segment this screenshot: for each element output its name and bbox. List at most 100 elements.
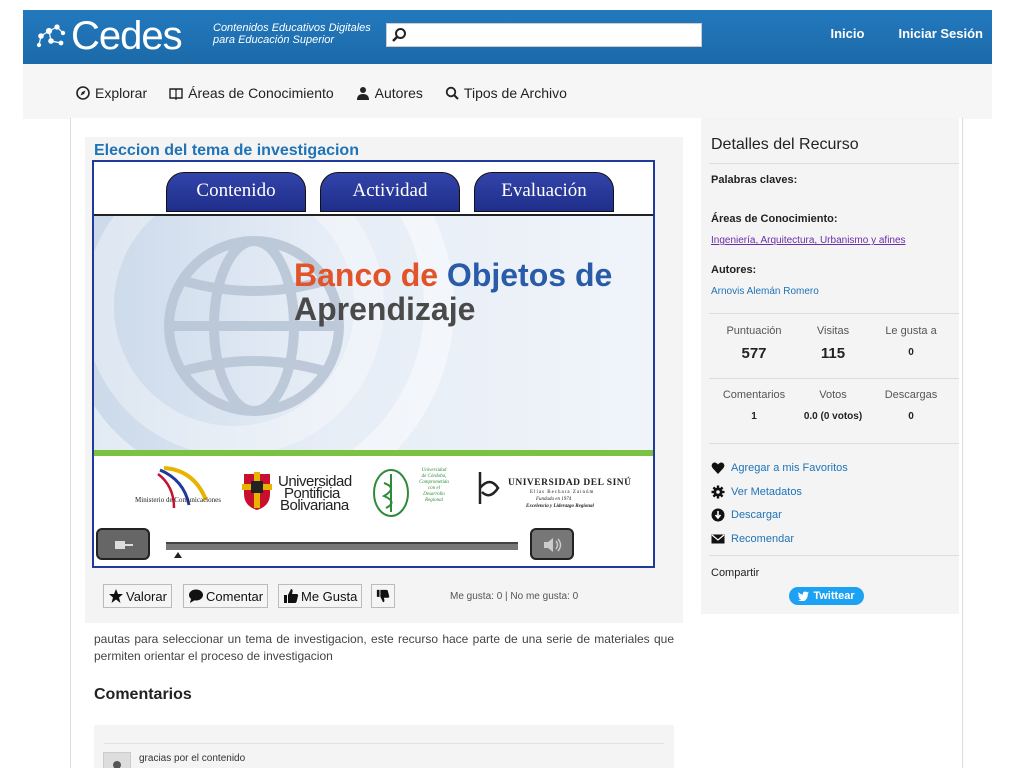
stat-votos: Votos 0.0 (0 votos) [793,389,873,422]
tweet-button[interactable]: Twittear [789,587,864,605]
search-input[interactable] [386,23,702,47]
heart-icon [711,462,725,474]
subnav-label: Tipos de Archivo [463,85,567,101]
progress-bar[interactable] [166,542,518,550]
tab-evaluacion[interactable]: Evaluación [474,172,614,212]
comment-icon [189,589,203,603]
subnav-label: Autores [374,85,423,101]
cordoba-seal [373,469,409,517]
stat-comentarios: Comentarios 1 [714,389,794,422]
logo-text: Cedes [71,14,183,58]
institution-logos: Ministerio de Comunicaciones Universidad… [94,456,653,526]
volume-button[interactable] [530,528,574,560]
search-icon[interactable] [391,27,407,43]
viewer-banner: Banco de Objetos de Aprendizaje [94,216,653,452]
valorar-label: Valorar [126,588,167,604]
share-label: Compartir [711,567,760,579]
ministerio-logo-text: Ministerio de Comunicaciones [135,496,221,504]
banner-word-1: Banco de [294,257,439,293]
subnav-label: Áreas de Conocimiento [188,85,334,101]
nav-inicio-link[interactable]: Inicio [831,26,865,41]
comentar-button[interactable]: Comentar [183,584,269,608]
search-icon [445,86,459,100]
divider [709,443,959,444]
metadata-action[interactable]: Ver Metadatos [711,485,802,499]
subnav-explorar[interactable]: Explorar [76,85,147,101]
action-label: Descargar [731,509,782,521]
subnav-label: Explorar [95,85,148,101]
subnav-autores[interactable]: Autores [356,85,423,101]
stat-value: 0 [908,347,914,358]
upb-logo-text: Universidad Pontificia Bolivariana [278,474,352,514]
tagline: Contenidos Educativos Digitales para Edu… [213,22,371,46]
stat-puntuacion: Puntuación 577 [714,325,794,362]
authors-label: Autores: [711,264,757,276]
stat-label: Votos [819,389,847,401]
me-gusta-button[interactable]: Me Gusta [278,584,363,608]
sinu-founded: Fundada en 1974 [536,497,572,502]
sinu-title: Universidad del Sinú [508,478,632,488]
author-link[interactable]: Arnovis Alemán Romero [711,286,819,297]
header-nav: Inicio Iniciar Sesión [831,26,984,41]
viewer-tabs: Contenido Actividad Evaluación [166,172,614,212]
action-label: Ver Metadatos [731,486,802,498]
stat-label: Puntuación [726,325,782,337]
user-icon [356,87,369,100]
comment-divider [104,743,664,744]
sinu-subtitle: Elías Bechara Zainúm [530,490,595,495]
banner-word-2: Objetos de [446,257,613,293]
cedes-logo[interactable]: Cedes [35,14,183,58]
user-avatar-icon [113,761,121,768]
sinu-motto: Excelencia y Liderazgo Regional [526,504,594,509]
banner-title: Banco de Objetos de Aprendizaje [294,258,612,326]
nav-login-link[interactable]: Iniciar Sesión [898,26,983,41]
upb-shield [242,472,272,510]
stat-value: 1 [751,411,757,422]
likes-summary: Me gusta: 0 | No me gusta: 0 [450,591,579,602]
stat-value: 577 [741,345,767,362]
comments-box: gracias por el contenido [94,725,674,768]
stat-value: 115 [820,345,846,362]
tab-contenido[interactable]: Contenido [166,172,306,212]
twitter-bird-icon [798,591,810,601]
player-controls [94,526,653,566]
secondary-nav: Explorar Áreas de Conocimiento Autores T… [23,64,992,119]
resource-details-panel: Detalles del Recurso Palabras claves: Ár… [701,118,959,614]
progress-marker-icon [174,552,182,558]
valorar-button[interactable]: Valorar [103,584,172,608]
top-header: Cedes Contenidos Educativos Digitales pa… [23,10,992,64]
favorite-action[interactable]: Agregar a mis Favoritos [711,461,848,475]
stat-label: Descargas [884,389,938,401]
stat-label: Visitas [816,325,850,337]
recommend-action[interactable]: Recomendar [711,532,794,546]
subnav-tipos-archivo[interactable]: Tipos de Archivo [445,85,567,101]
divider [709,555,959,556]
resource-title: Eleccion del tema de investigacion [94,142,359,159]
stat-descargas: Descargas 0 [871,389,951,422]
ministerio-logo [157,466,208,509]
search-box [386,23,702,47]
action-label: Recomendar [731,533,794,545]
resource-description: pautas para seleccionar un tema de inves… [94,632,674,663]
banner-word-3: Aprendizaje [294,291,476,327]
stat-value: 0.0 (0 votos) [803,411,863,422]
cordoba-logo-text: Universidad de Córdoba, Comprometida con… [412,468,456,504]
play-button[interactable] [96,528,150,560]
keywords-label: Palabras claves: [711,174,798,186]
download-action[interactable]: Descargar [711,508,782,522]
divider [709,378,959,379]
resource-viewer[interactable]: Contenido Actividad Evaluación Banco de … [92,160,655,568]
comments-heading: Comentarios [94,686,192,703]
action-label: Agregar a mis Favoritos [731,462,848,474]
resource-action-bar: Valorar Comentar Me Gusta Me gusta: 0 | … [85,575,683,620]
no-me-gusta-button[interactable] [371,584,395,608]
stat-le-gusta: Le gusta a 0 [871,325,951,358]
area-link[interactable]: Ingeniería, Arquitectura, Urbanismo y af… [711,235,906,246]
subnav-areas[interactable]: Áreas de Conocimiento [169,85,334,101]
stat-label: Le gusta a [885,325,937,337]
tweet-label: Twittear [813,590,855,602]
gear-icon [711,485,725,499]
avatar [103,752,131,768]
upb-line-3: Bolivariana [280,497,349,514]
tab-actividad[interactable]: Actividad [320,172,460,212]
